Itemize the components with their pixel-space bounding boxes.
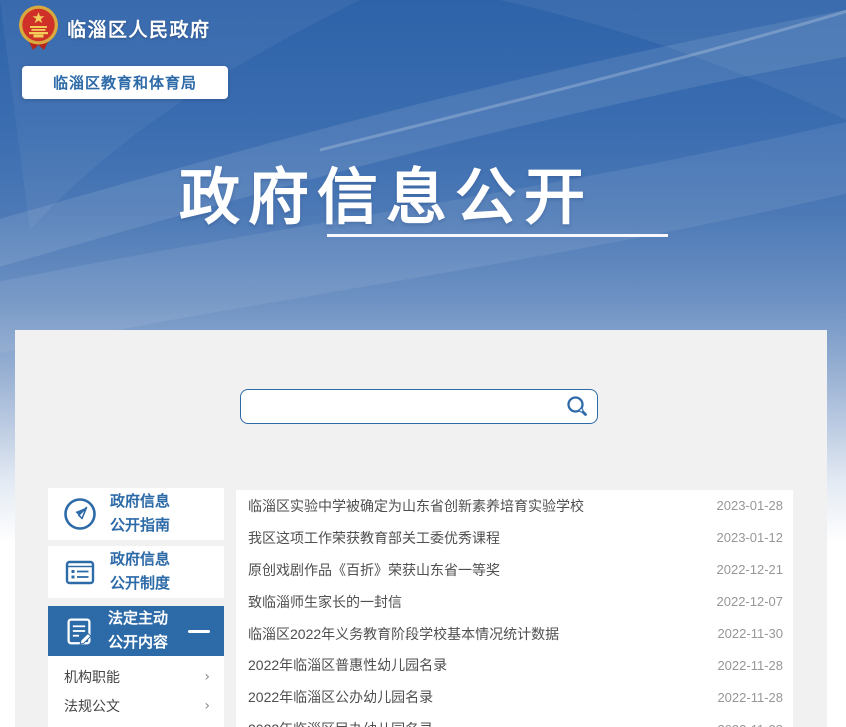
document-list-icon [62,554,98,590]
title-underline [327,234,668,237]
news-title[interactable]: 致临淄师生家长的一封信 [248,592,402,612]
news-date: 2023-01-12 [717,530,784,545]
sidebar-item-label-line1: 政府信息 [110,548,170,572]
news-date: 2022-12-21 [717,562,784,577]
news-row[interactable]: 2022年临淄区公办幼儿园名录 2022-11-28 [236,681,793,713]
news-date: 2023-01-28 [717,498,784,513]
sidebar-item-label-line2: 公开指南 [110,514,170,538]
news-date: 2022-12-07 [717,594,784,609]
search-input[interactable] [241,390,557,423]
news-title[interactable]: 我区这项工作荣获教育部关工委优秀课程 [248,528,500,548]
sidebar-item-label-line2: 公开内容 [108,631,168,655]
compass-icon [62,496,98,532]
sidebar-item-label-line1: 法定主动 [108,607,168,631]
clipboard-pencil-icon [62,614,96,648]
chevron-right-icon: › [204,669,210,685]
sidebar-submenu: 机构职能 › 法规公文 › [48,656,224,727]
national-emblem-icon [18,5,59,51]
site-name: 临淄区人民政府 [67,15,211,42]
news-row[interactable]: 原创戏剧作品《百折》荣获山东省一等奖 2022-12-21 [236,554,793,586]
news-row[interactable]: 2022年临淄区普惠性幼儿园名录 2022-11-28 [236,649,793,681]
news-date: 2022-11-28 [717,658,783,673]
site-header[interactable]: 临淄区人民政府 [18,5,211,51]
sidebar-item-statutory-disclosure[interactable]: 法定主动 公开内容 [48,606,224,656]
news-row[interactable]: 致临淄师生家长的一封信 2022-12-07 [236,586,793,618]
sidebar: 政府信息 公开指南 政府信息 公开制度 [48,488,224,727]
news-row[interactable]: 临淄区实验中学被确定为山东省创新素养培育实验学校 2023-01-28 [236,490,793,522]
department-button[interactable]: 临淄区教育和体育局 [22,66,228,99]
news-row[interactable]: 我区这项工作荣获教育部关工委优秀课程 2023-01-12 [236,522,793,554]
news-title[interactable]: 2022年临淄区普惠性幼儿园名录 [248,655,447,675]
news-title[interactable]: 2022年临淄区公办幼儿园名录 [248,687,433,707]
search-icon [565,395,589,419]
page-title: 政府信息公开 [168,147,604,236]
news-title[interactable]: 临淄区2022年义务教育阶段学校基本情况统计数据 [248,624,559,644]
news-date: 2022-11-28 [717,690,783,705]
sidebar-subitem-regulations[interactable]: 法规公文 › [48,689,224,722]
sidebar-subitem-agency-functions[interactable]: 机构职能 › [48,656,224,689]
sidebar-item-label-line2: 公开制度 [110,572,170,596]
news-date: 2022-11-28 [717,722,783,727]
page: 临淄区人民政府 临淄区教育和体育局 政府信息公开 政府信息 公开指南 [0,0,846,727]
sidebar-item-disclosure-guide[interactable]: 政府信息 公开指南 [48,488,224,540]
news-title[interactable]: 原创戏剧作品《百折》荣获山东省一等奖 [248,560,500,580]
sidebar-item-disclosure-system[interactable]: 政府信息 公开制度 [48,546,224,598]
sidebar-item-label-line1: 政府信息 [110,490,170,514]
news-title[interactable]: 临淄区实验中学被确定为山东省创新素养培育实验学校 [248,496,584,516]
search-box [240,389,598,424]
collapse-dash-icon [188,630,210,633]
chevron-right-icon: › [204,698,210,714]
news-list: 临淄区实验中学被确定为山东省创新素养培育实验学校 2023-01-28 我区这项… [236,490,793,727]
news-date: 2022-11-30 [717,626,783,641]
search-button[interactable] [557,390,597,423]
news-row[interactable]: 临淄区2022年义务教育阶段学校基本情况统计数据 2022-11-30 [236,618,793,650]
news-title[interactable]: 2022年临淄区民办幼儿园名录 [248,719,433,727]
news-row[interactable]: 2022年临淄区民办幼儿园名录 2022-11-28 [236,713,793,727]
subitem-label: 机构职能 [64,667,120,687]
subitem-label: 法规公文 [64,696,120,716]
